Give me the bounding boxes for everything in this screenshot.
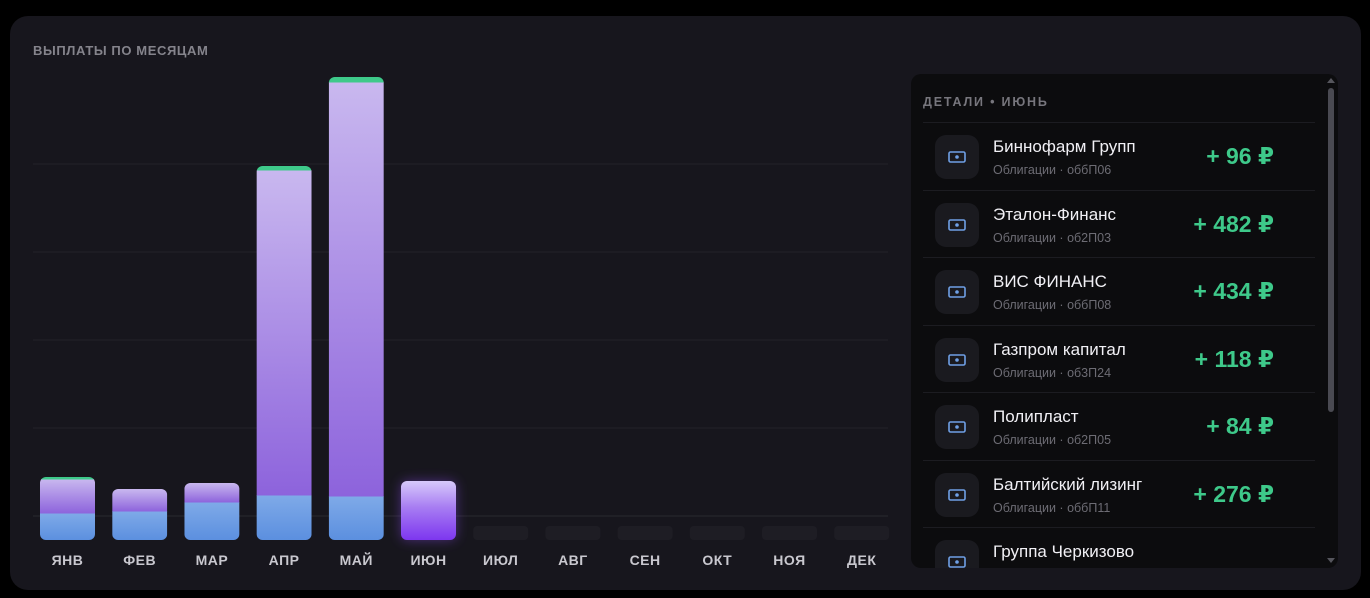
x-tick-label: ОКТ (702, 552, 732, 568)
bar-segment (184, 502, 240, 540)
bar-segment (256, 495, 312, 540)
banknote-icon (935, 405, 979, 449)
banknote-icon (935, 135, 979, 179)
x-tick-label: МАР (196, 552, 229, 568)
x-tick-label: ФЕВ (123, 552, 156, 568)
bar-empty (762, 526, 817, 540)
detail-row[interactable]: Группа ЧеркизовоБО-001Р-07 (923, 527, 1315, 568)
x-tick-label: ДЕК (847, 552, 876, 568)
bar-highlighted (401, 481, 456, 540)
bar-segment (256, 166, 312, 171)
bar-segment (328, 496, 384, 540)
x-tick-label: АПР (269, 552, 300, 568)
x-tick-label: СЕН (630, 552, 661, 568)
bar-segment (112, 511, 168, 540)
bar-stack (184, 483, 240, 540)
detail-amount: + 118 ₽ (1194, 345, 1274, 372)
scroll-down-arrow[interactable] (1327, 558, 1335, 563)
detail-row[interactable]: Полипласт Облигации · об2П05 + 84 ₽ (923, 392, 1315, 460)
detail-amount: + 276 ₽ (1193, 480, 1274, 507)
detail-row[interactable]: Газпром капитал Облигации · об3П24 + 118 ₽ (923, 324, 1315, 393)
detail-subtitle: Облигации · оббП11 (993, 500, 1111, 515)
bar-empty (473, 526, 529, 540)
detail-name: ВИС ФИНАНС (993, 272, 1107, 291)
x-tick-label: МАЙ (340, 551, 373, 568)
x-tick-label: ИЮЛ (483, 552, 518, 568)
detail-subtitle: Облигации · об2П05 (993, 433, 1112, 447)
bar-segment (328, 77, 384, 83)
detail-subtitle: Облигации · об3П24 (993, 365, 1112, 380)
bar-empty (545, 526, 601, 540)
detail-subtitle: Облигации · оббП06 (993, 163, 1112, 177)
banknote-icon (935, 202, 979, 247)
bar-segment (40, 479, 95, 514)
bar-segment (256, 170, 312, 496)
bar-stack (40, 477, 95, 540)
bar-stack (256, 166, 312, 540)
details-list: Биннофарм Групп Облигации · оббП06 + 96 ₽ Э… (923, 122, 1315, 568)
detail-row[interactable]: ВИС ФИНАНС Облигации · оббП08 + 434 ₽ (923, 257, 1315, 325)
x-tick-label: АВГ (558, 552, 588, 568)
detail-name: Биннофарм Групп (993, 137, 1136, 156)
detail-amount: + 434 ₽ (1193, 278, 1274, 304)
detail-name: Газпром капитал (993, 339, 1126, 359)
bar-segment (184, 483, 240, 503)
detail-name: Эталон-Финанс (993, 204, 1117, 224)
detail-subtitle: Облигации · об2П03 (993, 230, 1112, 245)
scroll-up-arrow[interactable] (1327, 78, 1335, 83)
banknote-icon (935, 540, 979, 568)
detail-amount: + 84 ₽ (1206, 413, 1274, 439)
detail-amount: + 96 ₽ (1206, 143, 1274, 169)
detail-name: Балтийский лизинг (993, 474, 1143, 494)
monthly-payouts-chart: ЯНВ ФЕВ МАР АПР МАЙ ИЮН ИЮЛ АВГ СЕН ОКТ НОЯ ДЕК (10, 16, 900, 590)
bar-stack (112, 489, 168, 540)
bar-segment (40, 477, 95, 480)
bar-stack (328, 77, 384, 540)
payouts-card: ВЫПЛАТЫ ПО МЕСЯЦАМ ЯНВ ФЕВ МАР АПР МАЙ ИЮН ИЮЛ… (10, 16, 1361, 590)
detail-subtitle: Облигации · оббП08 (993, 298, 1112, 312)
bar-segment (112, 489, 168, 512)
detail-name: Группа Черкизово (993, 542, 1135, 561)
detail-row[interactable]: Биннофарм Групп Облигации · оббП06 + 96 ₽ (923, 122, 1315, 190)
details-panel: ДЕТАЛИ • ИЮНЬ Биннофарм Групп Облигации ·… (911, 74, 1338, 568)
bar-empty (689, 526, 745, 540)
banknote-icon (935, 472, 979, 517)
x-tick-label: ЯНВ (52, 552, 84, 568)
x-tick-label: НОЯ (773, 552, 805, 568)
chart-svg: ЯНВ ФЕВ МАР АПР МАЙ ИЮН ИЮЛ АВГ СЕН ОКТ НОЯ ДЕК (33, 77, 890, 568)
detail-row[interactable]: Эталон-Финанс Облигации · об2П03 + 482 ₽ (923, 189, 1315, 258)
detail-row[interactable]: Балтийский лизинг Облигации · оббП11 + 276… (923, 459, 1315, 528)
banknote-icon (935, 270, 979, 314)
banknote-icon (935, 337, 979, 382)
details-title: ДЕТАЛИ • ИЮНЬ (923, 95, 1049, 109)
bar-empty (617, 526, 673, 540)
scrollbar-thumb[interactable] (1328, 88, 1334, 412)
bar-empty (834, 526, 890, 540)
detail-name: Полипласт (993, 407, 1079, 426)
bar-segment (328, 82, 384, 497)
x-tick-label: ИЮН (410, 552, 446, 568)
bar-segment (40, 513, 95, 540)
detail-amount: + 482 ₽ (1193, 210, 1274, 237)
